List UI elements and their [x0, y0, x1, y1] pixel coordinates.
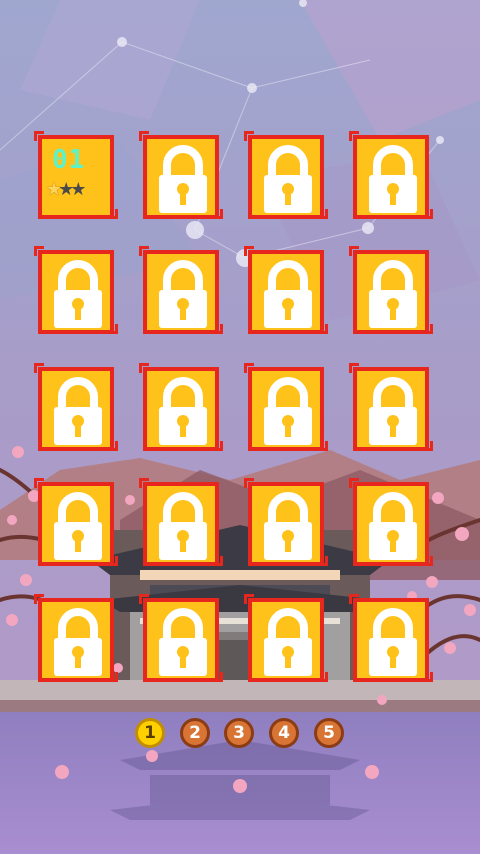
lock-icon [50, 490, 106, 562]
tile-corner-accent [349, 478, 352, 488]
lock-icon [260, 258, 316, 330]
level-tile-locked[interactable] [349, 478, 433, 566]
tile-corner-accent [244, 131, 247, 141]
lock-icon [155, 490, 211, 562]
tile-corner-accent [325, 672, 328, 682]
tile-corner-accent [115, 672, 118, 682]
tile-corner-accent [325, 209, 328, 219]
lock-icon [365, 258, 421, 330]
tile-corner-accent [430, 324, 433, 334]
tile-corner-accent [244, 594, 247, 604]
level-tile-locked[interactable] [34, 478, 118, 566]
page-dot-2[interactable]: 2 [180, 718, 210, 748]
level-tile-locked[interactable] [349, 363, 433, 451]
lock-icon [365, 375, 421, 447]
lock-icon [365, 490, 421, 562]
tile-corner-accent [244, 363, 247, 373]
star-filled-icon: ★ [46, 179, 62, 200]
tile-corner-accent [115, 556, 118, 566]
lock-icon [50, 258, 106, 330]
tile-corner-accent [115, 209, 118, 219]
tile-corner-accent [34, 363, 37, 373]
lock-icon [260, 143, 316, 215]
tile-corner-accent [139, 478, 142, 488]
level-tile-locked[interactable] [34, 363, 118, 451]
tile-corner-accent [325, 441, 328, 451]
lock-icon [50, 606, 106, 678]
tile-corner-accent [349, 594, 352, 604]
level-tile-locked[interactable] [34, 246, 118, 334]
page-dot-5[interactable]: 5 [314, 718, 344, 748]
lock-icon [50, 375, 106, 447]
level-tile-locked[interactable] [244, 594, 328, 682]
lock-icon [365, 606, 421, 678]
level-tile-locked[interactable] [349, 246, 433, 334]
tile-corner-accent [139, 363, 142, 373]
tile-corner-accent [139, 246, 142, 256]
lock-icon [155, 606, 211, 678]
lock-icon [260, 375, 316, 447]
level-tile-locked[interactable] [349, 594, 433, 682]
lock-icon [155, 143, 211, 215]
level-tile-locked[interactable] [139, 594, 223, 682]
page-dot-4[interactable]: 4 [269, 718, 299, 748]
level-tile-locked[interactable] [139, 131, 223, 219]
tile-corner-accent [325, 324, 328, 334]
lock-icon [155, 258, 211, 330]
tile-corner-accent [220, 324, 223, 334]
level-tile-locked[interactable] [244, 478, 328, 566]
page-dot-1[interactable]: 1 [135, 718, 165, 748]
tile-corner-accent [349, 246, 352, 256]
level-tile-locked[interactable] [139, 246, 223, 334]
tile-corner-accent [34, 246, 37, 256]
lock-icon [260, 490, 316, 562]
level-tile-locked[interactable] [349, 131, 433, 219]
tile-corner-accent [349, 363, 352, 373]
tile-corner-accent [34, 131, 37, 141]
tile-corner-accent [430, 672, 433, 682]
lock-icon [155, 375, 211, 447]
lock-icon [260, 606, 316, 678]
tile-corner-accent [34, 594, 37, 604]
page-dot-3[interactable]: 3 [224, 718, 254, 748]
level-tile[interactable]: 01 ★★★ [34, 131, 118, 219]
level-tile-locked[interactable] [244, 131, 328, 219]
level-tile-locked[interactable] [244, 246, 328, 334]
lock-icon [365, 143, 421, 215]
level-tile-locked[interactable] [244, 363, 328, 451]
tile-corner-accent [349, 131, 352, 141]
level-tile-locked[interactable] [139, 478, 223, 566]
tile-corner-accent [430, 556, 433, 566]
tile-corner-accent [220, 441, 223, 451]
page-indicator: 12345 [0, 718, 480, 752]
tile-corner-accent [325, 556, 328, 566]
tile-corner-accent [220, 672, 223, 682]
tile-corner-accent [34, 478, 37, 488]
level-number: 01 [52, 145, 86, 175]
level-tile-locked[interactable] [139, 363, 223, 451]
tile-corner-accent [115, 441, 118, 451]
tile-corner-accent [139, 594, 142, 604]
tile-corner-accent [244, 478, 247, 488]
tile-corner-accent [244, 246, 247, 256]
tile-corner-accent [220, 556, 223, 566]
tile-corner-accent [115, 324, 118, 334]
level-tile-locked[interactable] [34, 594, 118, 682]
tile-corner-accent [430, 441, 433, 451]
tile-corner-accent [139, 131, 142, 141]
star-empty-icon: ★ [70, 179, 86, 200]
star-empty-icon: ★ [58, 179, 74, 200]
tile-corner-accent [430, 209, 433, 219]
tile-corner-accent [220, 209, 223, 219]
star-rating: ★★★ [46, 179, 86, 200]
